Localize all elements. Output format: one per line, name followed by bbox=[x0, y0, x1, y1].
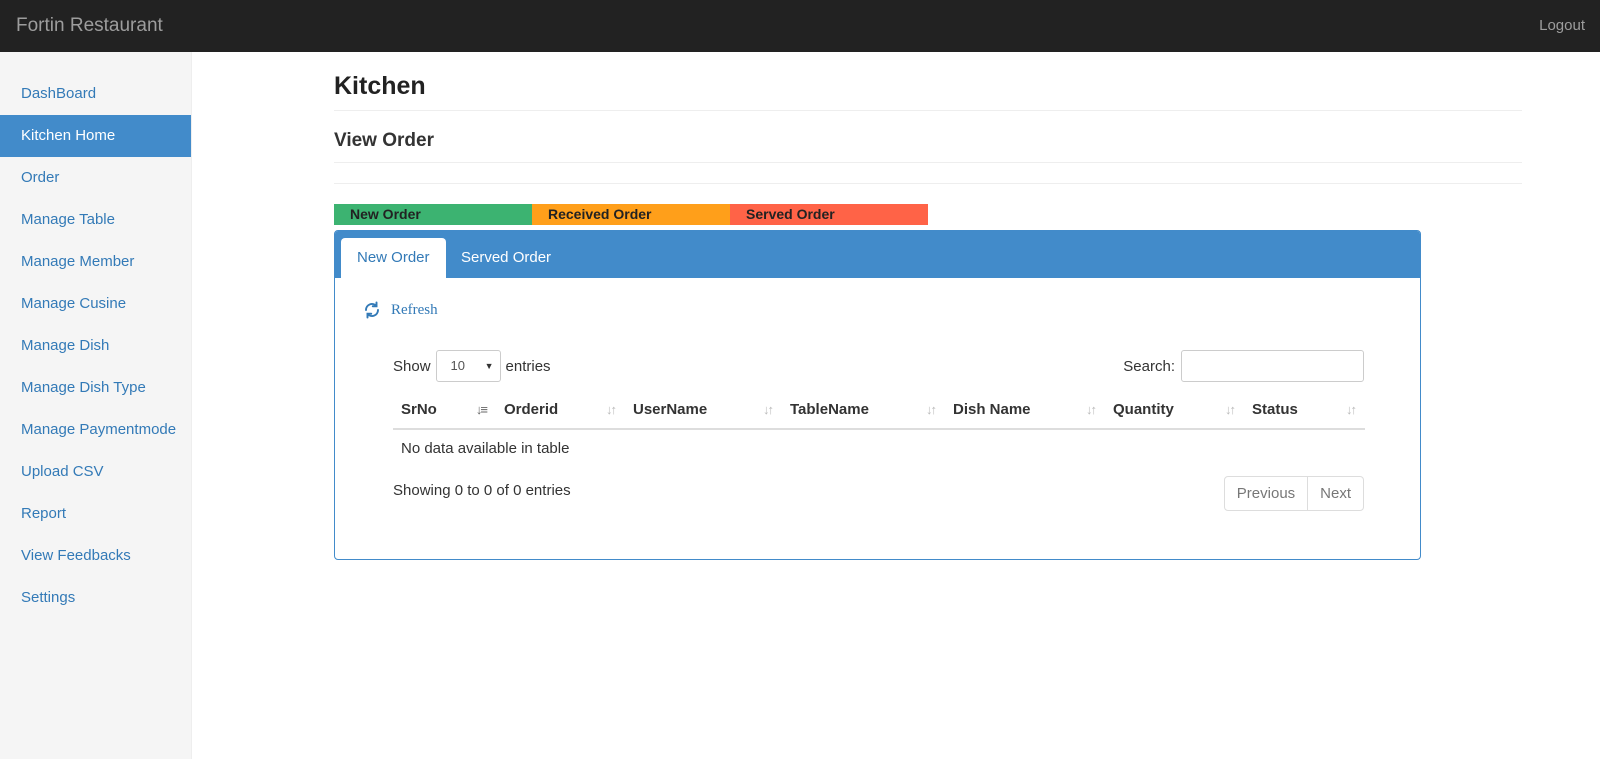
column-label: SrNo bbox=[401, 401, 437, 418]
sidebar-item-order[interactable]: Order bbox=[0, 157, 191, 199]
previous-page-button[interactable]: Previous bbox=[1223, 476, 1309, 511]
sidebar-item-manage-dish-type[interactable]: Manage Dish Type bbox=[0, 367, 191, 409]
sidebar-item-kitchen-home[interactable]: Kitchen Home bbox=[0, 115, 191, 157]
table-search: Search: bbox=[1123, 350, 1364, 382]
refresh-icon bbox=[365, 301, 379, 319]
sort-icon: ↓↑ bbox=[763, 402, 774, 417]
column-label: Dish Name bbox=[953, 401, 1031, 418]
show-label: Show bbox=[393, 357, 431, 375]
sort-ascending-icon: ↓≡ bbox=[475, 402, 488, 417]
column-label: Quantity bbox=[1113, 401, 1174, 418]
sidebar-item-dashboard[interactable]: DashBoard bbox=[0, 73, 191, 115]
page-title: Kitchen bbox=[334, 72, 426, 100]
column-label: TableName bbox=[790, 401, 869, 418]
empty-table-message: No data available in table bbox=[401, 440, 570, 457]
legend-served-order: Served Order bbox=[730, 204, 928, 225]
sidebar-item-report[interactable]: Report bbox=[0, 493, 191, 535]
column-header-status[interactable]: Status ↓↑ bbox=[1244, 391, 1365, 428]
sidebar-item-upload-csv[interactable]: Upload CSV bbox=[0, 451, 191, 493]
tab-served-order[interactable]: Served Order bbox=[445, 238, 567, 278]
legend-new-order: New Order bbox=[334, 204, 532, 225]
entries-label: entries bbox=[505, 357, 551, 375]
divider bbox=[334, 162, 1522, 163]
sidebar-item-view-feedbacks[interactable]: View Feedbacks bbox=[0, 535, 191, 577]
top-navbar: Fortin Restaurant Logout bbox=[0, 0, 1600, 52]
column-header-username[interactable]: UserName ↓↑ bbox=[625, 391, 782, 428]
column-header-orderid[interactable]: Orderid ↓↑ bbox=[496, 391, 625, 428]
page-size-select[interactable]: 10 ▼ bbox=[435, 350, 501, 382]
column-label: UserName bbox=[633, 401, 708, 418]
sort-icon: ↓↑ bbox=[1086, 402, 1097, 417]
next-page-button[interactable]: Next bbox=[1308, 476, 1364, 511]
column-header-quantity[interactable]: Quantity ↓↑ bbox=[1105, 391, 1244, 428]
refresh-label: Refresh bbox=[391, 301, 438, 318]
sidebar: DashBoard Kitchen Home Order Manage Tabl… bbox=[0, 52, 192, 759]
sort-icon: ↓↑ bbox=[926, 402, 937, 417]
sidebar-item-manage-cusine[interactable]: Manage Cusine bbox=[0, 283, 191, 325]
page-size-value: 10 bbox=[450, 358, 465, 373]
divider bbox=[334, 183, 1522, 184]
orders-panel: New Order Served Order Refresh Show 10 ▼… bbox=[334, 230, 1421, 560]
column-header-srno[interactable]: SrNo ↓≡ bbox=[393, 391, 496, 428]
search-label: Search: bbox=[1123, 357, 1175, 375]
column-header-tablename[interactable]: TableName ↓↑ bbox=[782, 391, 945, 428]
sidebar-item-manage-table[interactable]: Manage Table bbox=[0, 199, 191, 241]
divider bbox=[334, 110, 1522, 111]
tab-new-order[interactable]: New Order bbox=[341, 238, 446, 278]
status-legend: New Order Received Order Served Order bbox=[334, 204, 928, 225]
sidebar-item-manage-member[interactable]: Manage Member bbox=[0, 241, 191, 283]
legend-received-order: Received Order bbox=[532, 204, 730, 225]
search-input[interactable] bbox=[1181, 350, 1364, 382]
orders-table: SrNo ↓≡ Orderid ↓↑ UserName ↓↑ TableName… bbox=[393, 391, 1365, 467]
panel-tab-bar: New Order Served Order bbox=[335, 231, 1420, 278]
brand-name[interactable]: Fortin Restaurant bbox=[16, 15, 163, 37]
logout-link[interactable]: Logout bbox=[1539, 17, 1585, 34]
column-label: Orderid bbox=[504, 401, 559, 418]
table-header: SrNo ↓≡ Orderid ↓↑ UserName ↓↑ TableName… bbox=[393, 391, 1365, 430]
sort-icon: ↓↑ bbox=[1225, 402, 1236, 417]
pagination: Previous Next bbox=[1223, 476, 1364, 511]
sort-icon: ↓↑ bbox=[1346, 402, 1357, 417]
sidebar-item-settings[interactable]: Settings bbox=[0, 577, 191, 619]
column-label: Status bbox=[1252, 401, 1298, 418]
sidebar-item-manage-dish[interactable]: Manage Dish bbox=[0, 325, 191, 367]
table-info: Showing 0 to 0 of 0 entries bbox=[393, 482, 571, 499]
sidebar-item-manage-paymentmode[interactable]: Manage Paymentmode bbox=[0, 409, 191, 451]
page-subtitle: View Order bbox=[334, 130, 434, 151]
chevron-down-icon: ▼ bbox=[484, 361, 494, 371]
column-header-dish-name[interactable]: Dish Name ↓↑ bbox=[945, 391, 1105, 428]
sort-icon: ↓↑ bbox=[606, 402, 617, 417]
refresh-button[interactable]: Refresh bbox=[363, 301, 438, 319]
page-size-control: Show 10 ▼ entries bbox=[393, 350, 551, 382]
